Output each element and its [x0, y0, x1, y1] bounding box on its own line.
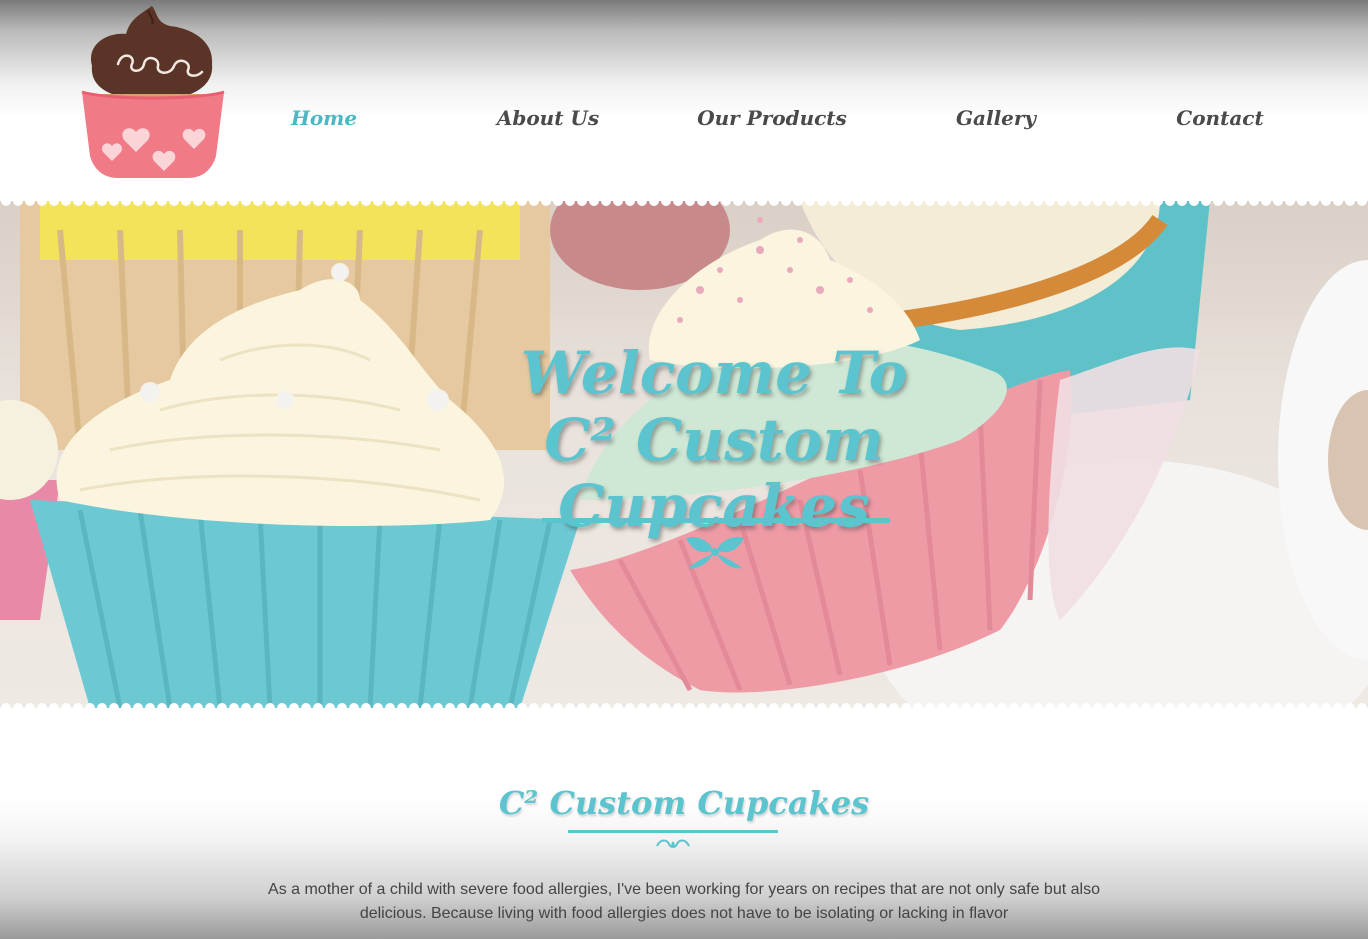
nav-contact[interactable]: Contact	[1108, 100, 1332, 140]
main-nav: Home About Us Our Products Gallery Conta…	[212, 100, 1332, 140]
cupcake-logo-icon[interactable]	[78, 4, 228, 182]
about-underline	[568, 830, 778, 833]
bow-ornament-icon	[682, 532, 748, 572]
page: Home About Us Our Products Gallery Conta…	[0, 0, 1368, 939]
hero-heading-line1: Welcome To	[520, 339, 908, 407]
nav-home[interactable]: Home	[212, 100, 436, 140]
about-section: C² Custom Cupcakes As a mother of a chil…	[0, 708, 1368, 939]
about-description: As a mother of a child with severe food …	[268, 881, 1100, 922]
about-title: C² Custom Cupcakes	[498, 784, 870, 822]
hero-underline	[542, 518, 890, 523]
hero-banner-image: Welcome To C² Custom Cupcakes	[0, 200, 1368, 708]
nav-our-products[interactable]: Our Products	[660, 100, 884, 140]
nav-gallery[interactable]: Gallery	[884, 100, 1108, 140]
nav-about-us[interactable]: About Us	[436, 100, 660, 140]
scallop-top-border	[0, 196, 1368, 206]
site-header: Home About Us Our Products Gallery Conta…	[0, 0, 1368, 200]
hero-heading: Welcome To C² Custom Cupcakes	[384, 340, 1044, 540]
swirl-ornament-icon	[655, 835, 691, 849]
